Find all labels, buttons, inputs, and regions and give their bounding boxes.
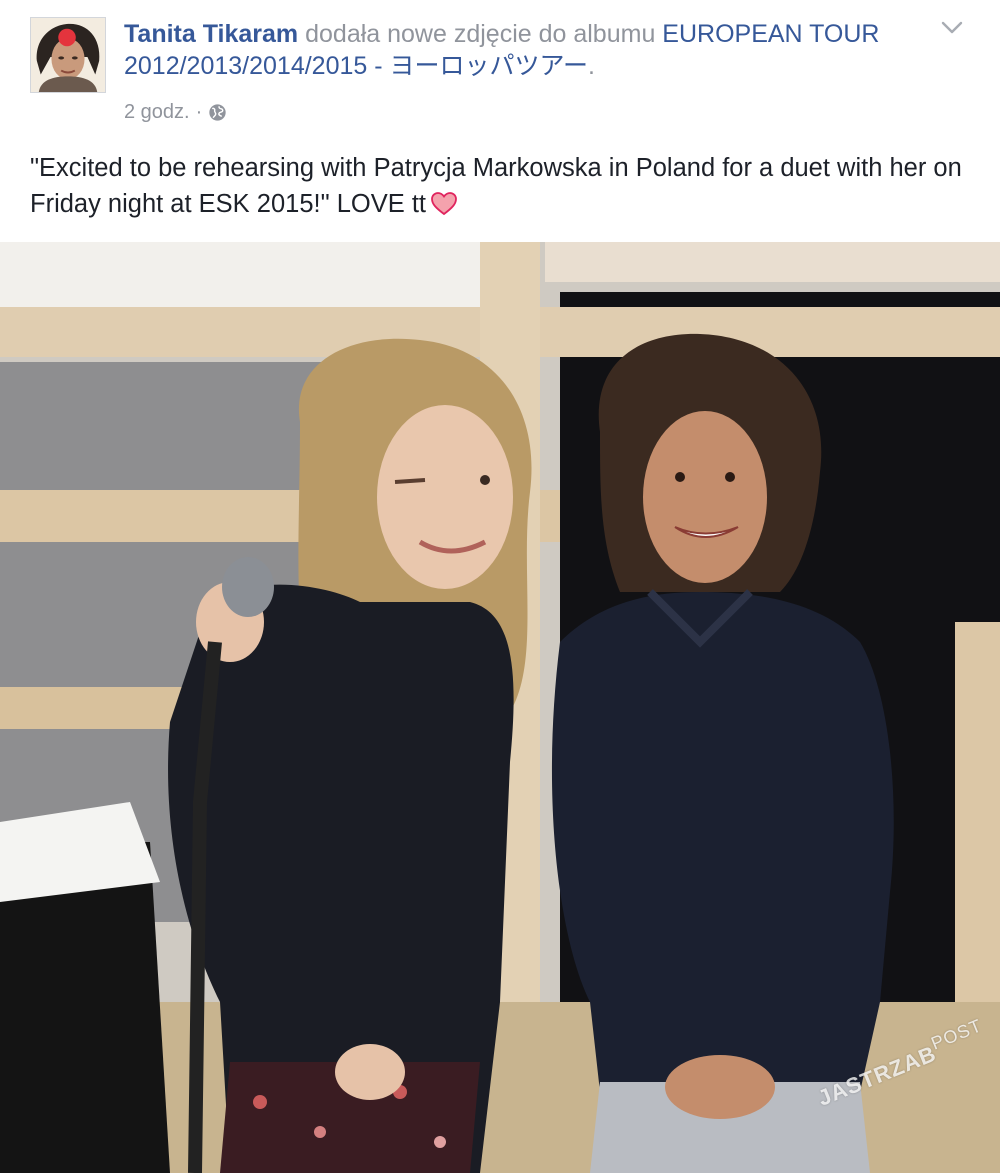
post-photo[interactable]: [0, 242, 1000, 1173]
album-suffix: .: [588, 52, 595, 80]
globe-icon[interactable]: [208, 103, 227, 122]
post-headline: Tanita Tikaram dodała nowe zdjęcie do al…: [124, 18, 924, 82]
post-timestamp[interactable]: 2 godz.: [124, 101, 190, 124]
author-name-link[interactable]: Tanita Tikaram: [124, 20, 298, 48]
rehearsal-photo: [0, 242, 1000, 1173]
author-avatar[interactable]: [30, 17, 106, 93]
post-meta: 2 godz. ·: [124, 98, 227, 126]
post-header: Tanita Tikaram dodała nowe zdjęcie do al…: [0, 0, 1000, 242]
post-message: "Excited to be rehearsing with Patrycja …: [30, 150, 980, 222]
action-text: dodała nowe zdjęcie do albumu: [298, 20, 663, 48]
feed-post-card: Tanita Tikaram dodała nowe zdjęcie do al…: [0, 0, 1000, 1173]
avatar-image: [31, 18, 105, 92]
chevron-down-icon[interactable]: [938, 18, 966, 38]
post-message-text: "Excited to be rehearsing with Patrycja …: [30, 154, 962, 218]
heart-icon: [431, 192, 457, 216]
meta-separator: ·: [195, 100, 203, 123]
